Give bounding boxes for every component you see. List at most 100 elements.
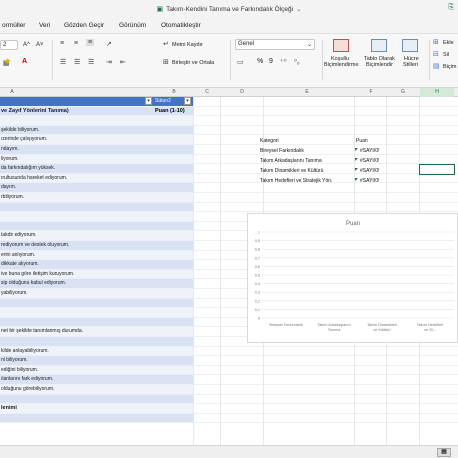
cell-b[interactable] [153,164,193,173]
cell-styles-label-2[interactable]: Stilleri [403,62,418,68]
table-row[interactable]: dayım. [0,183,458,193]
summary-value[interactable]: #SAYI/0! [360,158,379,164]
table-row[interactable]: ızerinde çalışıyorum. [0,135,458,145]
subheader-cell-a[interactable]: ve Zayıf Yönlerini Tanıma) [0,106,153,116]
cell-b[interactable] [153,327,193,336]
table-row[interactable]: ni biliyorum. [0,356,458,366]
normal-view-icon[interactable]: ▦ [437,448,451,457]
cell-b[interactable] [153,365,193,375]
cell-b[interactable] [153,269,193,279]
filter-dropdown-icon[interactable]: ▾ [145,97,152,105]
filter-dropdown-icon[interactable]: ▾ [184,97,191,105]
menu-formulas[interactable]: ormüller [2,22,25,29]
table-row[interactable]: kilde anlayabiliyorum. [0,346,458,357]
cell-b[interactable] [153,250,193,260]
summary-label[interactable]: Takım Dinamikleri ve Kültürü [260,168,323,174]
align-top-icon[interactable]: ≡ [60,40,64,47]
table-row[interactable] [0,202,458,213]
cell-b[interactable] [153,231,193,240]
font-color-icon[interactable]: A [22,58,27,65]
table-row[interactable] [0,413,458,424]
cell-a[interactable] [0,116,153,125]
cell-b[interactable] [153,375,193,384]
format-button[interactable]: Biçim [443,64,456,70]
insert-button[interactable]: Ekle [443,40,454,46]
align-middle-icon[interactable]: ≡ [74,40,78,47]
cell-a[interactable]: ndayım. [0,145,153,154]
grow-font-button[interactable]: A^ [23,42,30,48]
cell-b[interactable] [153,317,193,327]
align-bottom-icon[interactable]: ≡ [86,39,95,46]
format-icon[interactable]: ▤ [433,62,440,70]
cell-b[interactable] [153,193,193,202]
table-row[interactable]: rbiliyorum. [0,193,458,203]
number-format-select[interactable]: Genel ⌄ [235,39,315,50]
conditional-format-label-2[interactable]: Biçimlendirme [324,62,359,68]
cell-b[interactable] [153,279,193,288]
wrap-text-icon[interactable]: ↵ [163,40,169,48]
cell-a[interactable]: net bir şekilde tanımlanmış durumda. [0,327,153,336]
cell-a[interactable]: şekilde biliyorum. [0,125,153,135]
merge-icon[interactable]: ⊞ [163,58,169,66]
align-center-icon[interactable]: ☰ [74,58,80,66]
cell-a[interactable]: dayım. [0,183,153,192]
fill-color-icon[interactable]: ◆ [5,57,10,65]
cell-a[interactable]: erini anlıyorum. [0,250,153,260]
cell-a[interactable]: takdir ediyorum. [0,231,153,240]
cell-b[interactable] [153,337,193,346]
summary-header-label[interactable]: Kategori [260,138,279,144]
comma-style-button[interactable]: 9 [269,58,273,65]
summary-value[interactable]: #SAYI/0! [360,148,379,154]
table-row[interactable] [0,394,458,405]
cell-b[interactable] [153,212,193,221]
cell-a[interactable]: ediğini biliyorum. [0,365,153,375]
cell-b[interactable] [153,145,193,154]
menu-automate[interactable]: Otomatikleştir [161,22,201,29]
table-row[interactable]: olduğunu görebiliyorum. [0,385,458,395]
column-header-c[interactable]: C [205,89,209,95]
table-row[interactable]: ndayım. [0,145,458,155]
format-as-table-label-2[interactable]: Biçimlendir [366,62,393,68]
cell-a[interactable] [0,317,153,327]
percent-button[interactable]: % [257,58,263,65]
table-row[interactable]: lenimi [0,404,458,414]
cell-b[interactable] [153,154,193,164]
cell-b[interactable] [153,116,193,125]
cell-a[interactable]: liyorum. [0,154,153,164]
cell-b[interactable] [153,289,193,298]
menu-view[interactable]: Görünüm [119,22,146,29]
cell-a[interactable] [0,202,153,212]
cell-styles-icon[interactable] [402,39,418,52]
summary-value[interactable]: #SAYI/0! [360,178,379,184]
cell-a[interactable] [0,413,153,423]
merge-center-button[interactable]: Birleştir ve Ortala [172,60,214,66]
column-header-e[interactable]: E [305,89,308,95]
chart-object[interactable]: Puan 1 0,9 0,8 0,7 0,6 0,5 0,4 0,3 0,2 0,1 0 Bireyse… [247,213,458,343]
format-as-table-icon[interactable] [371,39,387,52]
column-header-d[interactable]: D [240,89,244,95]
table-row[interactable]: şekilde biliyorum. [0,125,458,136]
menu-review[interactable]: Gözden Geçir [64,22,104,29]
orientation-icon[interactable]: ↗ [106,40,112,48]
cell-a[interactable] [0,221,153,231]
cell-a[interactable] [0,308,153,317]
cell-a[interactable]: ive buna göre iletişim kuruyorum. [0,269,153,279]
cell-a[interactable]: dikkate alıyorum. [0,260,153,269]
cell-b[interactable] [153,173,193,183]
header-cell-a[interactable] [0,97,153,106]
column-header-b[interactable]: B [172,89,175,95]
cell-a[interactable] [0,394,153,404]
delete-icon[interactable]: ⊟ [433,50,439,58]
table-row[interactable]: da farkındalığım yüksek. [0,164,458,174]
decrease-decimal-icon[interactable]: ⁰₀ [294,58,300,66]
table-row[interactable]: ırultusunda hareket ediyorum. [0,173,458,184]
menu-data[interactable]: Veri [39,22,50,29]
delete-button[interactable]: Sil [443,52,449,58]
table-header-row[interactable]: Sütun2 ▾ ▾ [0,97,458,107]
table-row[interactable]: ılanlarını fark ediyorum. [0,375,458,385]
shrink-font-button[interactable]: A˅ [36,42,44,48]
cell-b[interactable] [153,125,193,135]
summary-label[interactable]: Bireysel Farkındalık [260,148,304,154]
cell-a[interactable]: lenimi [0,404,153,413]
align-left-icon[interactable]: ☰ [60,58,66,66]
